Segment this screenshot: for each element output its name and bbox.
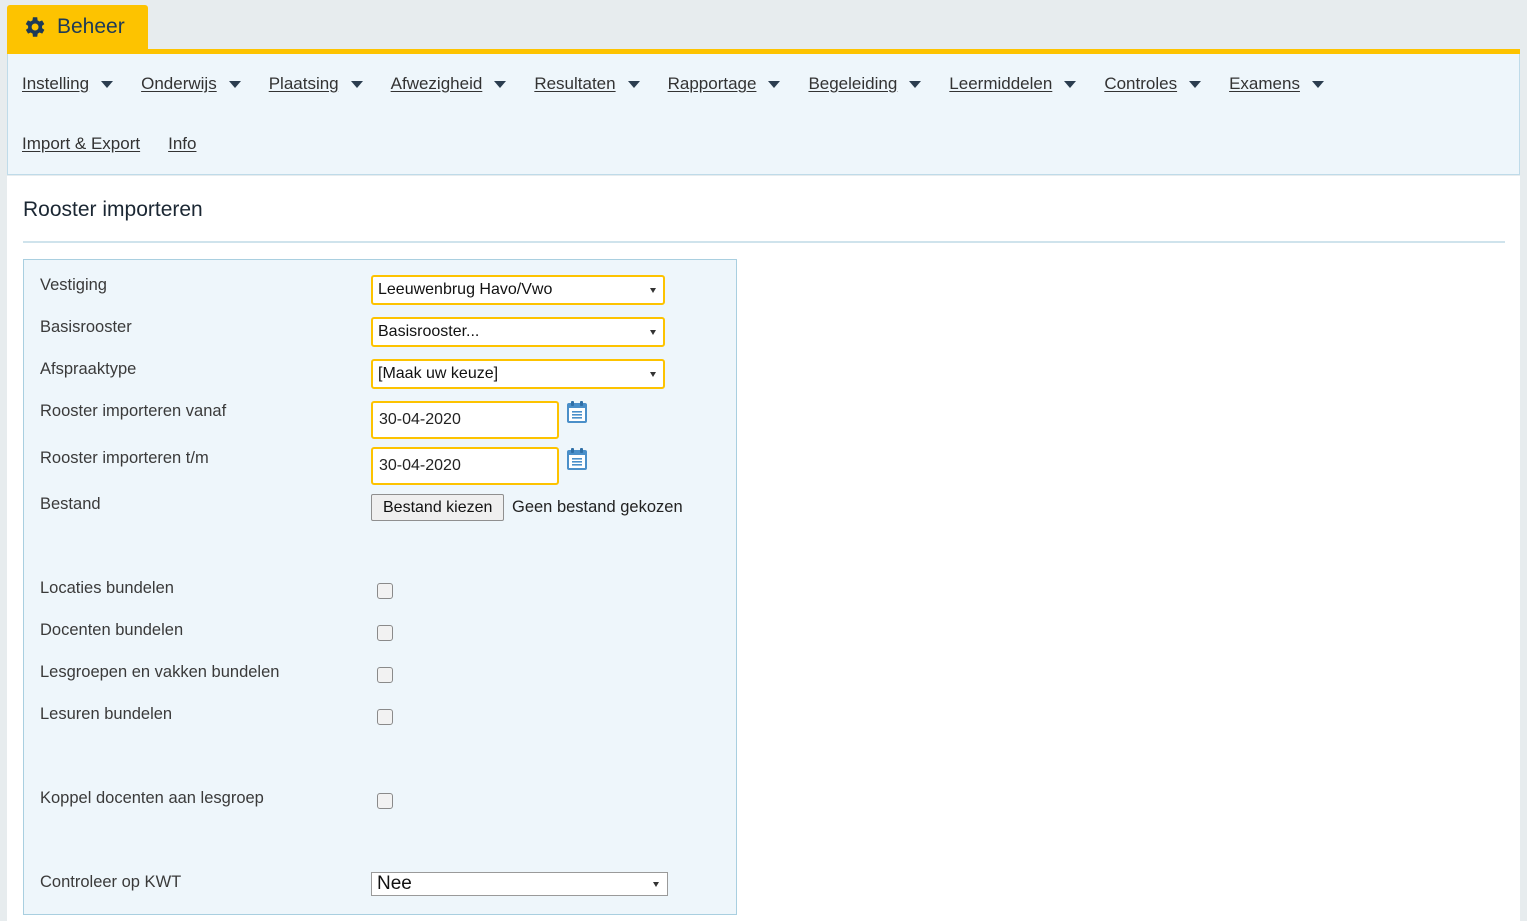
menu-rapportage[interactable]: Rapportage [668, 74, 795, 94]
menu-begeleiding[interactable]: Begeleiding [808, 74, 935, 94]
choose-file-button[interactable]: Bestand kiezen [371, 494, 505, 521]
menu-instelling[interactable]: Instelling [22, 74, 127, 94]
main-menu: Instelling Onderwijs Plaatsing Afwezighe… [7, 54, 1520, 175]
caret-down-icon [768, 80, 781, 88]
lesuren-label: Lesuren bundelen [40, 705, 173, 723]
content-area: Rooster importeren Vestiging Leeuwenbrug… [7, 176, 1520, 921]
lesgroepen-checkbox[interactable] [377, 667, 393, 683]
kwt-select[interactable]: Nee [371, 872, 668, 896]
caret-down-icon [627, 80, 640, 88]
menu-import-export[interactable]: Import & Export [22, 134, 140, 154]
beheer-tab-label: Beheer [57, 15, 125, 38]
kwt-label: Controleer op KWT [40, 873, 182, 891]
bestand-label: Bestand [40, 495, 101, 513]
vestiging-value: Leeuwenbrug Havo/Vwo [378, 281, 553, 298]
kwt-value: Nee [377, 873, 412, 894]
calendar-icon[interactable] [566, 447, 588, 471]
caret-down-icon [228, 80, 241, 88]
title-divider [23, 241, 1505, 243]
dropdown-arrow-icon [653, 882, 659, 887]
lesgroepen-label: Lesgroepen en vakken bundelen [40, 663, 280, 681]
caret-down-icon [909, 80, 922, 88]
menu-afwezigheid[interactable]: Afwezigheid [391, 74, 521, 94]
menu-onderwijs[interactable]: Onderwijs [141, 74, 255, 94]
menu-row-2: Import & Export Info [8, 114, 196, 174]
caret-down-icon [1064, 80, 1077, 88]
import-form: Vestiging Leeuwenbrug Havo/Vwo Basisroos… [23, 259, 737, 915]
koppel-checkbox[interactable] [377, 793, 393, 809]
menu-resultaten[interactable]: Resultaten [534, 74, 653, 94]
lesuren-checkbox[interactable] [377, 709, 393, 725]
locaties-checkbox[interactable] [377, 583, 393, 599]
basisrooster-value: Basisrooster... [378, 323, 480, 340]
dropdown-arrow-icon [650, 372, 656, 377]
calendar-icon[interactable] [566, 400, 588, 424]
beheer-tab[interactable]: Beheer [7, 5, 148, 49]
caret-down-icon [494, 80, 507, 88]
basisrooster-label: Basisrooster [40, 318, 132, 336]
basisrooster-select[interactable]: Basisrooster... [371, 317, 665, 347]
vestiging-select[interactable]: Leeuwenbrug Havo/Vwo [371, 275, 665, 305]
menu-leermiddelen[interactable]: Leermiddelen [949, 74, 1090, 94]
caret-down-icon [1189, 80, 1202, 88]
menu-controles[interactable]: Controles [1104, 74, 1215, 94]
vestiging-label: Vestiging [40, 276, 107, 294]
vanaf-label: Rooster importeren vanaf [40, 402, 227, 420]
tm-date-input[interactable]: 30-04-2020 [371, 447, 559, 485]
dropdown-arrow-icon [650, 330, 656, 335]
dropdown-arrow-icon [650, 288, 656, 293]
vanaf-date-input[interactable]: 30-04-2020 [371, 401, 559, 439]
afspraaktype-select[interactable]: [Maak uw keuze] [371, 359, 665, 389]
docenten-label: Docenten bundelen [40, 621, 184, 639]
menu-row-1: Instelling Onderwijs Plaatsing Afwezighe… [8, 54, 1338, 114]
menu-plaatsing[interactable]: Plaatsing [269, 74, 377, 94]
gear-icon [25, 17, 45, 37]
menu-info[interactable]: Info [168, 134, 196, 154]
tm-label: Rooster importeren t/m [40, 449, 209, 467]
page-title: Rooster importeren [23, 198, 203, 221]
caret-down-icon [350, 80, 363, 88]
docenten-checkbox[interactable] [377, 625, 393, 641]
file-status: Geen bestand gekozen [512, 498, 683, 516]
caret-down-icon [101, 80, 114, 88]
vanaf-value: 30-04-2020 [379, 411, 461, 428]
afspraaktype-value: [Maak uw keuze] [378, 365, 499, 382]
locaties-label: Locaties bundelen [40, 579, 174, 597]
top-tab-bar: Beheer [0, 0, 1527, 52]
tm-value: 30-04-2020 [379, 457, 461, 474]
caret-down-icon [1311, 80, 1324, 88]
afspraaktype-label: Afspraaktype [40, 360, 137, 378]
menu-examens[interactable]: Examens [1229, 74, 1338, 94]
koppel-label: Koppel docenten aan lesgroep [40, 789, 264, 807]
